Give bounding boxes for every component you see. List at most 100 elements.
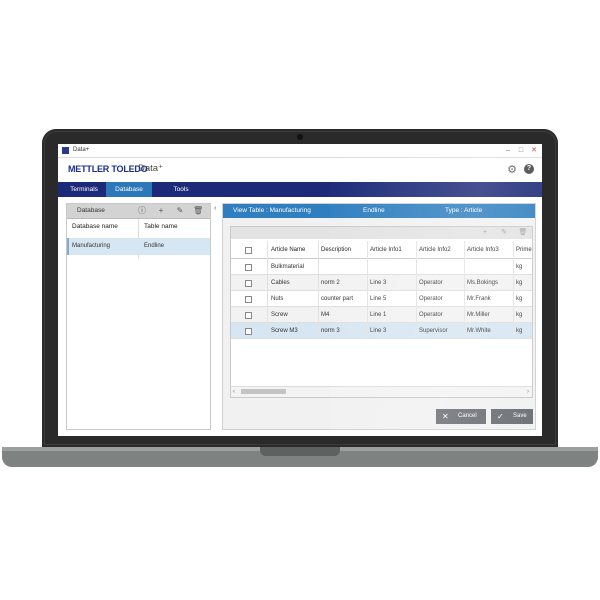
article-name-cell: Nuts: [271, 296, 284, 302]
table-row[interactable]: Screw M4 Line 1 Operator Mr.Miller kg: [231, 307, 532, 323]
main-nav: Terminals Database Tools: [58, 182, 542, 197]
prime-unit-cell: kg: [516, 312, 523, 318]
view-table-type: Type : Article: [445, 207, 483, 214]
column-header-prime[interactable]: Prime: [516, 241, 532, 259]
gear-icon[interactable]: ⚙: [506, 164, 518, 176]
database-name-cell: Manufacturing: [72, 243, 111, 249]
edit-row-icon[interactable]: ✎: [499, 228, 509, 238]
article-info3-cell: Mr.Frank: [467, 296, 491, 302]
article-info2-cell: Operator: [419, 312, 443, 318]
column-divider: [513, 241, 514, 339]
article-info3-cell: Mr.Miller: [467, 312, 490, 318]
view-table-panel: View Table : Manufacturing Endline Type …: [222, 203, 536, 430]
article-info3-cell: Mr.White: [467, 328, 491, 334]
article-info1-cell: Line 3: [370, 328, 387, 334]
description-cell: counter part: [321, 296, 354, 302]
delete-row-icon[interactable]: 🗑: [518, 228, 528, 238]
row-checkbox[interactable]: [245, 312, 252, 319]
tab-tools[interactable]: Tools: [162, 182, 200, 197]
column-header-table-name[interactable]: Table name: [144, 220, 178, 234]
article-info3-cell: Ms.Bokings: [467, 280, 499, 286]
maximize-button[interactable]: □: [515, 145, 527, 156]
view-table-title: View Table : Manufacturing: [233, 207, 311, 214]
cancel-button[interactable]: ✕ Cancel: [436, 409, 486, 424]
tab-terminals[interactable]: Terminals: [62, 182, 106, 197]
scrollbar-thumb[interactable]: [241, 389, 286, 394]
window-titlebar: Data+ – □ ✕: [58, 144, 542, 158]
edit-icon[interactable]: ✎: [175, 206, 185, 216]
column-divider: [267, 241, 268, 339]
webcam: [297, 134, 303, 140]
prime-unit-cell: kg: [516, 280, 523, 286]
app-window: Data+ – □ ✕ METTLER TOLEDO Data⁺ ⚙ ? Ter…: [58, 144, 542, 436]
prime-unit-cell: kg: [516, 296, 523, 302]
delete-icon[interactable]: 🗑: [193, 206, 203, 216]
article-name-cell: Bulkmaterial: [271, 264, 305, 270]
column-header-article-name[interactable]: Article Name: [271, 241, 319, 259]
database-panel-title: Database: [77, 207, 105, 214]
column-divider: [464, 241, 465, 339]
close-icon: ✕: [442, 412, 449, 421]
column-header-description[interactable]: Description: [321, 241, 368, 259]
laptop-base-notch: [260, 447, 340, 456]
info-icon[interactable]: ⓘ: [137, 206, 147, 216]
database-panel: Database ⓘ + ✎ 🗑 Database name Table nam…: [66, 203, 211, 430]
window-title: Data+: [73, 147, 90, 153]
cancel-button-label: Cancel: [458, 413, 477, 419]
column-divider: [318, 241, 319, 339]
article-name-cell: Screw: [271, 312, 288, 318]
article-info1-cell: Line 1: [370, 312, 387, 318]
row-checkbox[interactable]: [245, 280, 252, 287]
select-all-checkbox[interactable]: [245, 247, 252, 254]
article-name-cell: Cables: [271, 280, 290, 286]
table-row[interactable]: Cables norm 2 Line 3 Operator Ms.Bokings…: [231, 275, 532, 291]
article-table: + ✎ 🗑 Article Name Description Article I…: [230, 226, 533, 398]
article-info2-cell: Supervisor: [419, 328, 448, 334]
minimize-button[interactable]: –: [502, 145, 514, 156]
table-row[interactable]: Bulkmaterial kg: [231, 259, 532, 275]
check-icon: ✓: [497, 412, 504, 421]
column-header-article-info2[interactable]: Article Info2: [419, 241, 465, 259]
database-panel-header: Database ⓘ + ✎ 🗑: [67, 204, 210, 218]
description-cell: norm 2: [321, 280, 340, 286]
app-name: Data⁺: [138, 163, 164, 174]
column-header-article-info1[interactable]: Article Info1: [370, 241, 416, 259]
description-cell: norm 3: [321, 328, 340, 334]
prime-unit-cell: kg: [516, 328, 523, 334]
table-toolbar: + ✎ 🗑: [231, 227, 532, 239]
column-divider: [416, 241, 417, 339]
article-info1-cell: Line 5: [370, 296, 387, 302]
row-checkbox[interactable]: [245, 296, 252, 303]
table-row-selected[interactable]: Screw M3 norm 3 Line 3 Supervisor Mr.Whi…: [231, 323, 532, 339]
collapse-panel-icon[interactable]: ‹: [214, 204, 216, 213]
view-table-name: Endline: [363, 207, 385, 214]
tab-database[interactable]: Database: [106, 182, 152, 197]
save-button[interactable]: ✓ Save: [491, 409, 533, 424]
table-name-cell: Endline: [144, 243, 165, 249]
row-checkbox[interactable]: [245, 328, 252, 335]
add-row-icon[interactable]: +: [480, 228, 490, 238]
view-table-header: View Table : Manufacturing Endline Type …: [223, 204, 535, 218]
column-header-database-name[interactable]: Database name: [72, 220, 118, 234]
row-checkbox[interactable]: [245, 264, 252, 271]
table-header-row: Article Name Description Article Info1 A…: [231, 241, 532, 259]
prime-unit-cell: kg: [516, 264, 523, 270]
save-button-label: Save: [513, 413, 527, 419]
horizontal-scrollbar[interactable]: ‹ ›: [231, 386, 532, 397]
column-divider: [367, 241, 368, 339]
company-logo: METTLER TOLEDO: [68, 164, 148, 174]
close-button[interactable]: ✕: [528, 145, 540, 156]
app-icon: [62, 147, 69, 154]
article-info2-cell: Operator: [419, 280, 443, 286]
description-cell: M4: [321, 312, 330, 318]
article-info1-cell: Line 3: [370, 280, 387, 286]
add-icon[interactable]: +: [156, 206, 166, 216]
scroll-right-icon[interactable]: ›: [527, 387, 529, 397]
article-info2-cell: Operator: [419, 296, 443, 302]
column-header-article-info3[interactable]: Article Info3: [467, 241, 513, 259]
help-icon[interactable]: ?: [524, 164, 534, 174]
brand-bar: METTLER TOLEDO Data⁺ ⚙ ?: [58, 158, 542, 182]
database-row[interactable]: Manufacturing Endline: [67, 238, 210, 255]
table-row[interactable]: Nuts counter part Line 5 Operator Mr.Fra…: [231, 291, 532, 307]
scroll-left-icon[interactable]: ‹: [233, 387, 235, 397]
